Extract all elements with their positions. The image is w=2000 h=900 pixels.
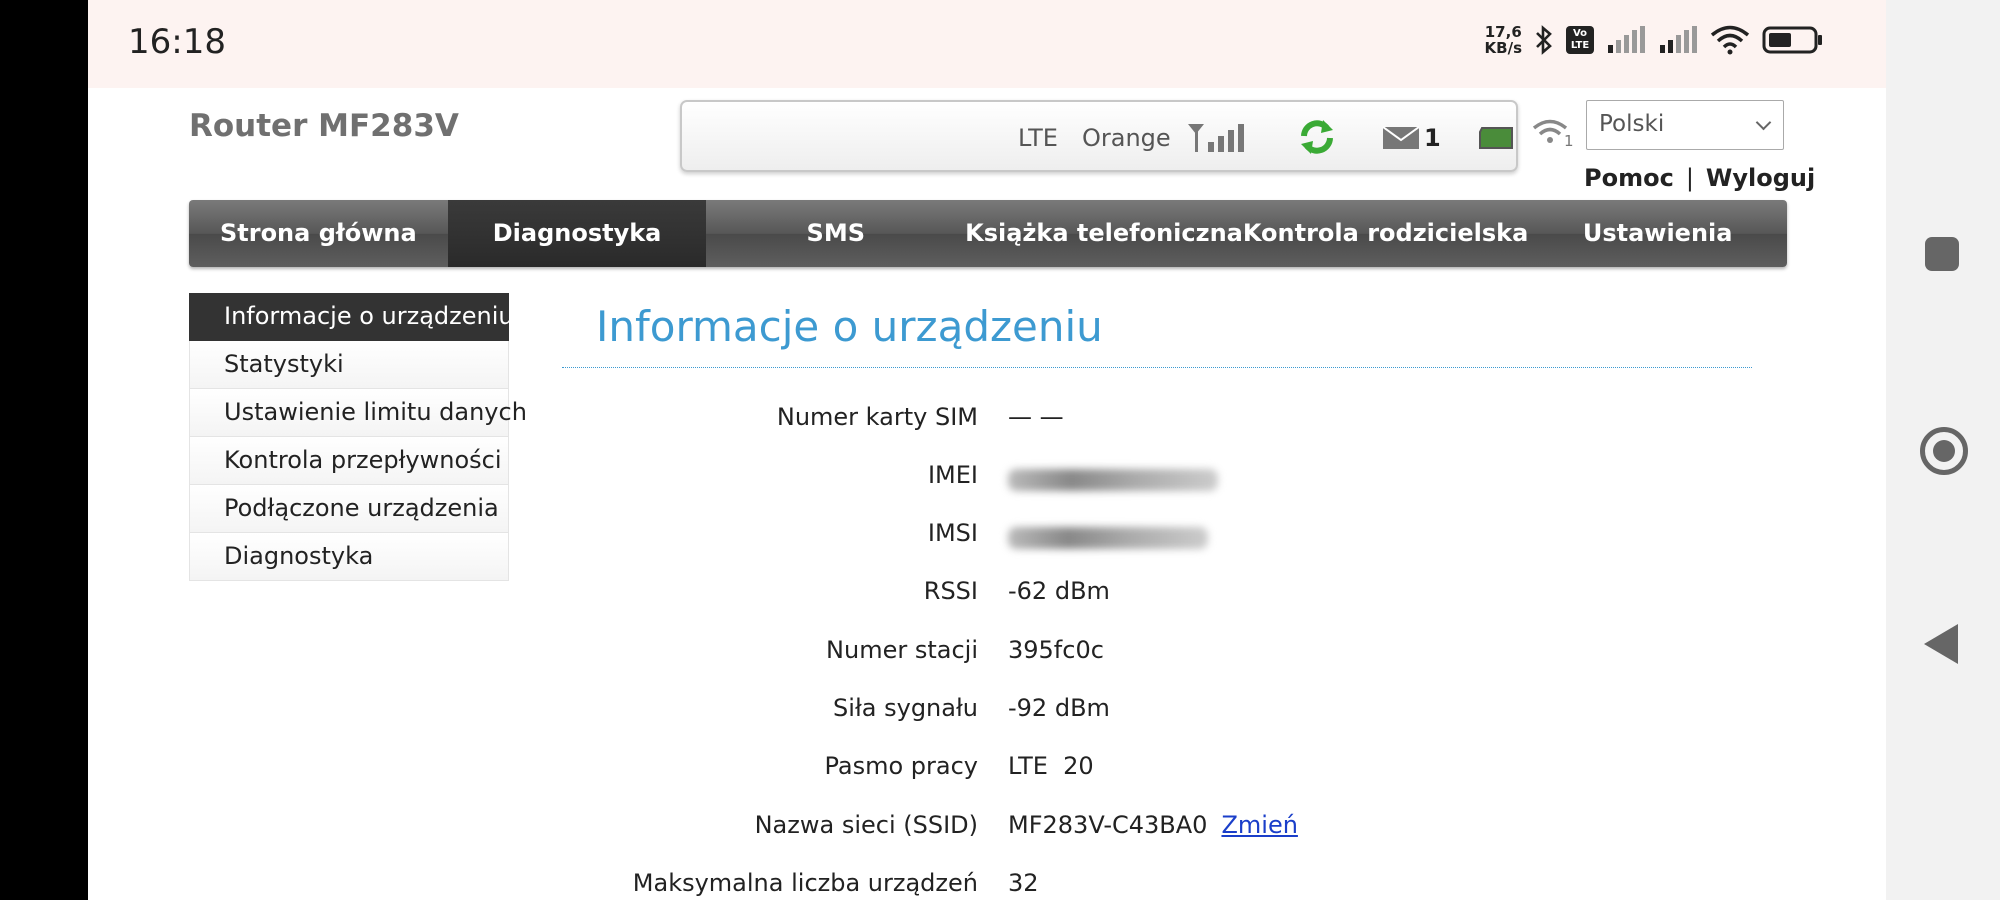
nav-parental-control[interactable]: Kontrola rodzicielska [1243,200,1528,267]
wifi-clients-count: 1 [1564,132,1574,150]
sidebar-item-connected-devices[interactable]: Podłączone urządzenia [189,485,509,533]
info-row-band: Pasmo pracy LTE 20 [562,752,1762,792]
signal-icon [1660,26,1697,53]
info-value: 395fc0c [1008,636,1104,664]
change-ssid-link[interactable]: Zmień [1221,811,1297,839]
antenna-signal-icon [1188,124,1244,152]
info-value: MF283V-C43BA0 Zmień [1008,811,1298,839]
volte-icon: Vo LTE [1566,26,1594,54]
wifi-icon [1710,25,1750,55]
nav-sms[interactable]: SMS [706,200,965,267]
network-speed: 17,6 KB/s [1484,23,1522,57]
sidebar-item-data-limit[interactable]: Ustawienie limitu danych [189,389,527,437]
info-value: — — [1008,403,1064,431]
redacted-blur [1008,469,1218,491]
info-row-imei: IMEI [562,461,1762,501]
info-row-ssid: Nazwa sieci (SSID) MF283V-C43BA0 Zmień [562,811,1762,851]
top-links: Pomoc | Wyloguj [1584,164,1815,192]
router-model-title: Router MF283V [189,108,459,144]
page-title: Informacje o urządzeniu [596,302,1103,351]
info-row-cell-id: Numer stacji 395fc0c [562,636,1762,676]
sms-envelope-icon[interactable] [1382,126,1420,150]
info-label: IMSI [927,519,978,547]
network-type: LTE [1018,124,1058,152]
nav-phonebook[interactable]: Książka telefoniczna [965,200,1243,267]
sim-card-icon [1479,127,1513,149]
android-status-bar: 16:18 17,6 KB/s Vo LTE [88,0,1886,88]
signal-icon [1608,26,1645,53]
info-label: Pasmo pracy [824,752,978,780]
language-select[interactable]: Polski [1586,100,1784,150]
sidebar-item-bandwidth-control[interactable]: Kontrola przepływności [189,437,509,485]
redacted-blur [1008,527,1208,549]
link-separator: | [1685,164,1694,192]
recent-apps-button[interactable] [1925,237,1959,271]
status-icons: 17,6 KB/s Vo LTE [1485,24,1824,56]
info-label: Numer karty SIM [776,403,978,431]
info-row-max-devices: Maksymalna liczba urządzeń 32 [562,869,1762,900]
info-label: Maksymalna liczba urządzeń [632,869,978,897]
info-row-rssi: RSSI -62 dBm [562,577,1762,617]
info-row-sim-number: Numer karty SIM — — [562,403,1762,443]
info-value-redacted [1008,461,1218,497]
sidebar-item-device-info[interactable]: Informacje o urządzeniu [189,293,514,341]
info-row-signal-strength: Siła sygnału -92 dBm [562,694,1762,734]
operator-name: Orange [1082,124,1171,152]
nav-settings[interactable]: Ustawienia [1528,200,1787,267]
logout-link[interactable]: Wyloguj [1706,164,1815,192]
info-value-redacted [1008,519,1208,555]
main-navigation: Strona główna Diagnostyka SMS Książka te… [189,200,1787,267]
bluetooth-icon [1536,25,1552,55]
info-value: -92 dBm [1008,694,1110,722]
sidebar-item-statistics[interactable]: Statystyki [189,341,509,389]
info-label: Siła sygnału [833,694,978,722]
info-value: 32 [1008,869,1039,897]
info-value: LTE 20 [1008,752,1094,780]
info-label: Numer stacji [826,636,978,664]
info-label: IMEI [927,461,978,489]
back-button[interactable] [1924,624,1958,664]
info-value: -62 dBm [1008,577,1110,605]
connection-status-panel: LTE Orange 1 [680,100,1518,172]
title-divider [562,367,1752,368]
nav-home[interactable]: Strona główna [189,200,448,267]
android-navigation-bar [1886,0,2000,900]
nav-diagnostics[interactable]: Diagnostyka [447,200,707,267]
chevron-down-icon [1755,114,1772,131]
battery-icon [1762,26,1822,54]
sync-connected-icon [1210,114,1211,115]
home-button[interactable] [1920,427,1968,475]
info-label: Nazwa sieci (SSID) [754,811,978,839]
sync-icon [1301,120,1333,154]
sidebar-item-diagnostics[interactable]: Diagnostyka [189,533,509,581]
browser-viewport: 16:18 17,6 KB/s Vo LTE Router MF283V LTE… [88,0,1886,900]
help-link[interactable]: Pomoc [1584,164,1674,192]
info-row-imsi: IMSI [562,519,1762,559]
sidebar-menu: Informacje o urządzeniu Statystyki Ustaw… [189,293,527,581]
info-label: RSSI [923,577,978,605]
clock: 16:18 [128,22,226,62]
sms-count[interactable]: 1 [1424,124,1441,152]
